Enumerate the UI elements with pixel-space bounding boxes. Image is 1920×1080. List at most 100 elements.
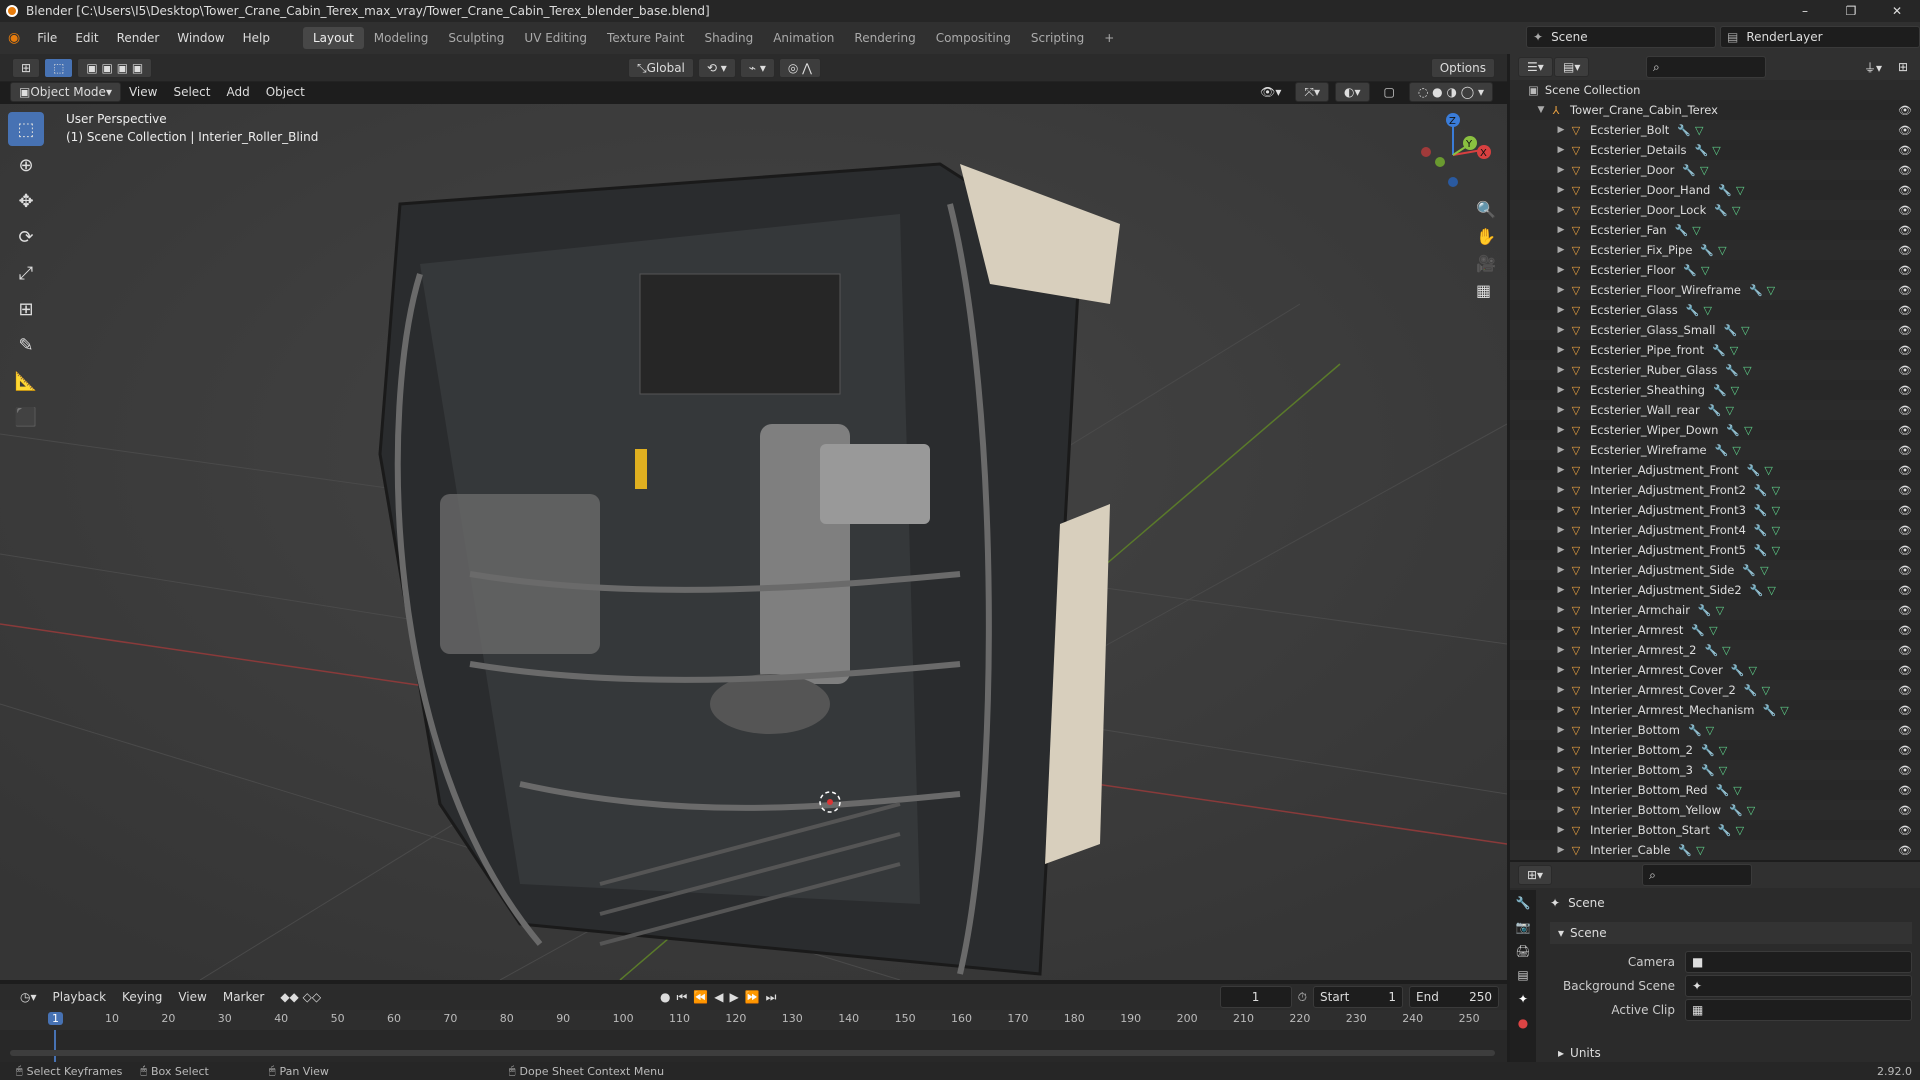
modifier-icon[interactable]: 🔧 ▽ <box>1695 144 1721 157</box>
tab-rendering[interactable]: Rendering <box>844 27 925 49</box>
modifier-icon[interactable]: 🔧 ▽ <box>1754 524 1780 537</box>
visibility-eye-icon[interactable]: 👁 <box>1898 244 1912 257</box>
scene-selector[interactable]: ✦ Scene <box>1526 26 1716 48</box>
expand-triangle-icon[interactable]: ▶ <box>1554 685 1568 695</box>
modifier-icon[interactable]: 🔧 ▽ <box>1749 284 1775 297</box>
tab-sculpting[interactable]: Sculpting <box>438 27 514 49</box>
mesh-data-icon[interactable]: ▽ <box>1730 344 1738 357</box>
expand-triangle-icon[interactable]: ▶ <box>1554 365 1568 375</box>
expand-triangle-icon[interactable]: ▶ <box>1554 465 1568 475</box>
modifier-icon[interactable]: 🔧 ▽ <box>1704 644 1730 657</box>
modifier-icon[interactable]: 🔧 ▽ <box>1675 224 1701 237</box>
expand-triangle-icon[interactable]: ▶ <box>1554 545 1568 555</box>
outliner-item[interactable]: ▶ ▽ Interier_Adjustment_Front3 🔧 ▽ 👁 <box>1510 500 1920 520</box>
visibility-eye-icon[interactable]: 👁 <box>1898 364 1912 377</box>
modifier-icon[interactable]: 🔧 ▽ <box>1726 424 1752 437</box>
mesh-data-icon[interactable]: ▽ <box>1762 684 1770 697</box>
view-layer-tab-icon[interactable]: ▤ <box>1517 968 1528 982</box>
menu-select[interactable]: Select <box>165 82 218 102</box>
maximize-button[interactable]: ❐ <box>1828 0 1874 22</box>
mesh-data-icon[interactable]: ▽ <box>1764 464 1772 477</box>
modifier-icon[interactable]: 🔧 ▽ <box>1691 624 1717 637</box>
mesh-data-icon[interactable]: ▽ <box>1732 204 1740 217</box>
visibility-icon[interactable]: 👁▾ <box>1252 82 1289 102</box>
expand-triangle-icon[interactable]: ▶ <box>1554 665 1568 675</box>
visibility-eye-icon[interactable]: 👁 <box>1898 804 1912 817</box>
panel-collapsed-icon[interactable]: ▸ <box>1558 1046 1564 1060</box>
next-key-icon[interactable]: ⏩ <box>745 990 760 1005</box>
outliner-item[interactable]: ▶ ▽ Interier_Adjustment_Front 🔧 ▽ 👁 <box>1510 460 1920 480</box>
scene-collection-row[interactable]: ▣ Scene Collection <box>1510 80 1920 100</box>
modifier-icon[interactable]: 🔧 ▽ <box>1718 184 1744 197</box>
modifier-icon[interactable]: 🔧 ▽ <box>1686 304 1712 317</box>
tab-shading[interactable]: Shading <box>694 27 763 49</box>
transform-orientation-dropdown[interactable]: ⤡ Global <box>628 58 694 78</box>
prev-key-icon[interactable]: ⏪ <box>693 990 708 1005</box>
mesh-data-icon[interactable]: ▽ <box>1696 844 1704 857</box>
expand-triangle-icon[interactable]: ▶ <box>1554 245 1568 255</box>
visibility-eye-icon[interactable]: 👁 <box>1898 844 1912 857</box>
render-tab-icon[interactable]: 📷 <box>1516 920 1531 934</box>
modifier-icon[interactable]: 🔧 ▽ <box>1754 544 1780 557</box>
mesh-data-icon[interactable]: ▽ <box>1767 584 1775 597</box>
timeline-editor-type-icon[interactable]: ◷▾ <box>12 987 45 1007</box>
expand-triangle-icon[interactable]: ▶ <box>1554 425 1568 435</box>
outliner-item[interactable]: ▶ ▽ Ecsterier_Door 🔧 ▽ 👁 <box>1510 160 1920 180</box>
modifier-icon[interactable]: 🔧 ▽ <box>1716 784 1742 797</box>
mesh-data-icon[interactable]: ▽ <box>1719 744 1727 757</box>
mesh-data-icon[interactable]: ▽ <box>1747 804 1755 817</box>
outliner-item[interactable]: ▶ ▽ Interier_Armrest_Cover 🔧 ▽ 👁 <box>1510 660 1920 680</box>
outliner-item[interactable]: ▶ ▽ Interier_Botton_Start 🔧 ▽ 👁 <box>1510 820 1920 840</box>
modifier-icon[interactable]: 🔧 ▽ <box>1754 484 1780 497</box>
background-scene-field[interactable]: ✦ <box>1685 975 1912 997</box>
visibility-eye-icon[interactable]: 👁 <box>1898 184 1912 197</box>
outliner-item[interactable]: ▶ ▽ Ecsterier_Floor_Wireframe 🔧 ▽ 👁 <box>1510 280 1920 300</box>
modifier-icon[interactable]: 🔧 ▽ <box>1682 164 1708 177</box>
expand-triangle-icon[interactable]: ▶ <box>1554 645 1568 655</box>
mesh-data-icon[interactable]: ▽ <box>1772 504 1780 517</box>
expand-triangle-icon[interactable]: ▶ <box>1554 525 1568 535</box>
tab-layout[interactable]: Layout <box>302 27 364 49</box>
modifier-icon[interactable]: 🔧 ▽ <box>1701 744 1727 757</box>
visibility-eye-icon[interactable]: 👁 <box>1898 444 1912 457</box>
modifier-icon[interactable]: 🔧 ▽ <box>1715 444 1741 457</box>
outliner-item[interactable]: ▶ ▽ Interier_Bottom_3 🔧 ▽ 👁 <box>1510 760 1920 780</box>
expand-triangle-icon[interactable]: ▶ <box>1554 405 1568 415</box>
xray-toggle-icon[interactable]: ▢ <box>1376 82 1403 102</box>
visibility-eye-icon[interactable]: 👁 <box>1898 784 1912 797</box>
visibility-eye-icon[interactable]: 👁 <box>1898 644 1912 657</box>
add-workspace-button[interactable]: + <box>1094 27 1124 49</box>
mesh-data-icon[interactable]: ▽ <box>1709 624 1717 637</box>
mesh-data-icon[interactable]: ▽ <box>1718 244 1726 257</box>
camera-view-icon[interactable]: 🎥 <box>1476 254 1496 273</box>
expand-triangle-icon[interactable]: ▶ <box>1554 145 1568 155</box>
outliner-item[interactable]: ▶ ▽ Interier_Armchair 🔧 ▽ 👁 <box>1510 600 1920 620</box>
visibility-eye-icon[interactable]: 👁 <box>1898 264 1912 277</box>
expand-triangle-icon[interactable]: ▶ <box>1554 385 1568 395</box>
expand-triangle-icon[interactable]: ▶ <box>1554 585 1568 595</box>
world-tab-icon[interactable]: ● <box>1518 1016 1528 1030</box>
modifier-icon[interactable]: 🔧 ▽ <box>1762 704 1788 717</box>
outliner-item[interactable]: ▶ ▽ Interier_Adjustment_Front4 🔧 ▽ 👁 <box>1510 520 1920 540</box>
menu-render[interactable]: Render <box>108 31 169 45</box>
outliner-item[interactable]: ▶ ▽ Ecsterier_Details 🔧 ▽ 👁 <box>1510 140 1920 160</box>
mesh-data-icon[interactable]: ▽ <box>1736 824 1744 837</box>
ortho-grid-icon[interactable]: ▦ <box>1476 281 1496 300</box>
visibility-eye-icon[interactable]: 👁 <box>1898 744 1912 757</box>
expand-triangle-icon[interactable]: ▶ <box>1554 445 1568 455</box>
expand-triangle-icon[interactable]: ▶ <box>1554 765 1568 775</box>
pivot-dropdown[interactable]: ⟲ ▾ <box>697 58 736 78</box>
playhead[interactable] <box>54 1030 56 1062</box>
scene-tab-icon[interactable]: ✦ <box>1518 992 1528 1006</box>
play-reverse-icon[interactable]: ◀ <box>714 990 723 1005</box>
keyframe-icons[interactable]: ◆◆ ◇◇ <box>272 987 329 1007</box>
expand-triangle-icon[interactable]: ▶ <box>1554 505 1568 515</box>
visibility-eye-icon[interactable]: 👁 <box>1898 144 1912 157</box>
outliner-item[interactable]: ▶ ▽ Ecsterier_Bolt 🔧 ▽ 👁 <box>1510 120 1920 140</box>
scale-tool-icon[interactable]: ⤢ <box>8 256 44 290</box>
transform-tool-icon[interactable]: ⊞ <box>8 292 44 326</box>
camera-field[interactable]: ■ <box>1685 951 1912 973</box>
visibility-eye-icon[interactable]: 👁 <box>1898 664 1912 677</box>
add-cube-tool-icon[interactable]: ⬛ <box>8 400 44 434</box>
outliner-item[interactable]: ▶ ▽ Interier_Armrest_Mechanism 🔧 ▽ 👁 <box>1510 700 1920 720</box>
